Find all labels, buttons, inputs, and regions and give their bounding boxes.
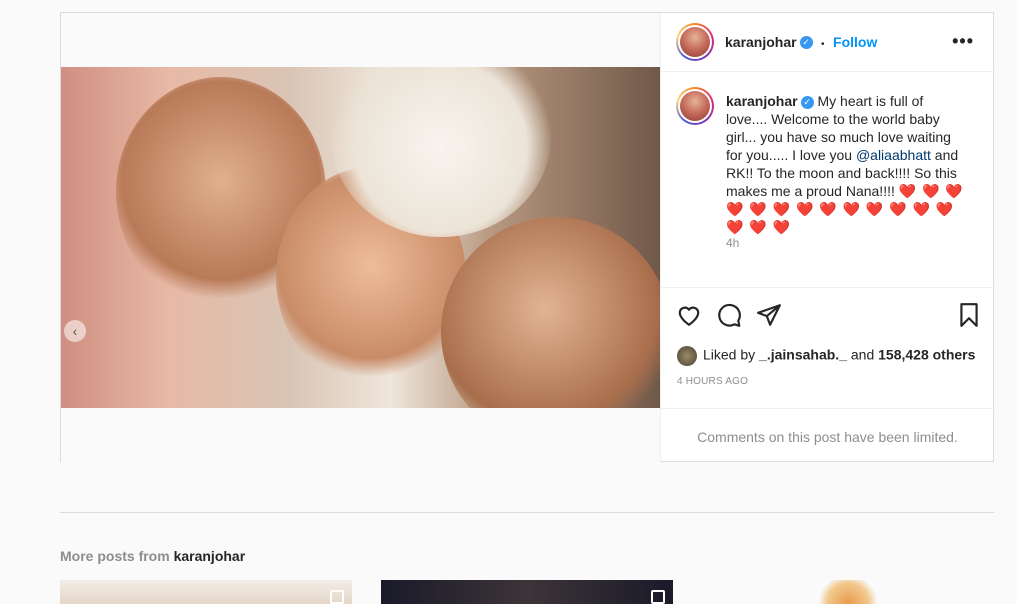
liker-username[interactable]: _.jainsahab._ <box>759 347 847 363</box>
likes-count[interactable]: 158,428 others <box>878 347 975 363</box>
more-posts-heading: More posts from karanjohar <box>60 548 246 564</box>
post-media: ‹ <box>61 13 660 463</box>
post-timestamp[interactable]: 4 HOURS AGO <box>677 376 748 387</box>
more-posts-username[interactable]: karanjohar <box>174 548 246 564</box>
caption-mention[interactable]: @aliaabhatt <box>856 147 931 163</box>
grid-thumbnail[interactable] <box>60 580 352 604</box>
verified-badge-icon: ✓ <box>799 36 813 50</box>
liker-avatar[interactable] <box>677 346 697 366</box>
heart-icon[interactable] <box>676 302 702 328</box>
caption-avatar[interactable] <box>676 87 714 125</box>
post-card: ‹ karanjohar ✓ • Follow ••• karanjohar ✓ M… <box>60 12 994 463</box>
save-icon[interactable] <box>956 302 982 328</box>
post-photo[interactable]: ‹ <box>61 67 660 408</box>
verified-badge-icon: ✓ <box>800 95 814 109</box>
comments-area: karanjohar ✓ My heart is full of love....… <box>661 72 994 287</box>
header-separator: • <box>821 39 825 50</box>
grid-thumbnail[interactable] <box>381 580 673 604</box>
likes-summary: Liked by _.jainsahab._ and 158,428 other… <box>677 346 975 366</box>
post-header: karanjohar ✓ • Follow ••• <box>661 13 994 72</box>
multi-post-icon <box>330 590 344 604</box>
post-actions: Liked by _.jainsahab._ and 158,428 other… <box>661 287 994 463</box>
post-sidebar: karanjohar ✓ • Follow ••• karanjohar ✓ My … <box>660 13 994 463</box>
comment-icon[interactable] <box>716 302 742 328</box>
follow-button[interactable]: Follow <box>833 34 877 50</box>
author-username[interactable]: karanjohar <box>725 34 797 50</box>
section-divider <box>60 512 994 513</box>
carousel-prev-icon[interactable]: ‹ <box>64 320 86 342</box>
caption-time[interactable]: 4h <box>726 236 739 250</box>
more-options-icon[interactable]: ••• <box>952 31 974 52</box>
author-avatar[interactable] <box>676 23 714 61</box>
grid-thumbnail[interactable] <box>702 580 994 604</box>
multi-post-icon <box>651 590 665 604</box>
caption-username[interactable]: karanjohar <box>726 93 798 109</box>
photo-subject-right <box>441 217 660 408</box>
share-icon[interactable] <box>756 302 782 328</box>
comments-limited-notice: Comments on this post have been limited. <box>661 408 994 464</box>
post-caption: karanjohar ✓ My heart is full of love....… <box>726 92 966 236</box>
